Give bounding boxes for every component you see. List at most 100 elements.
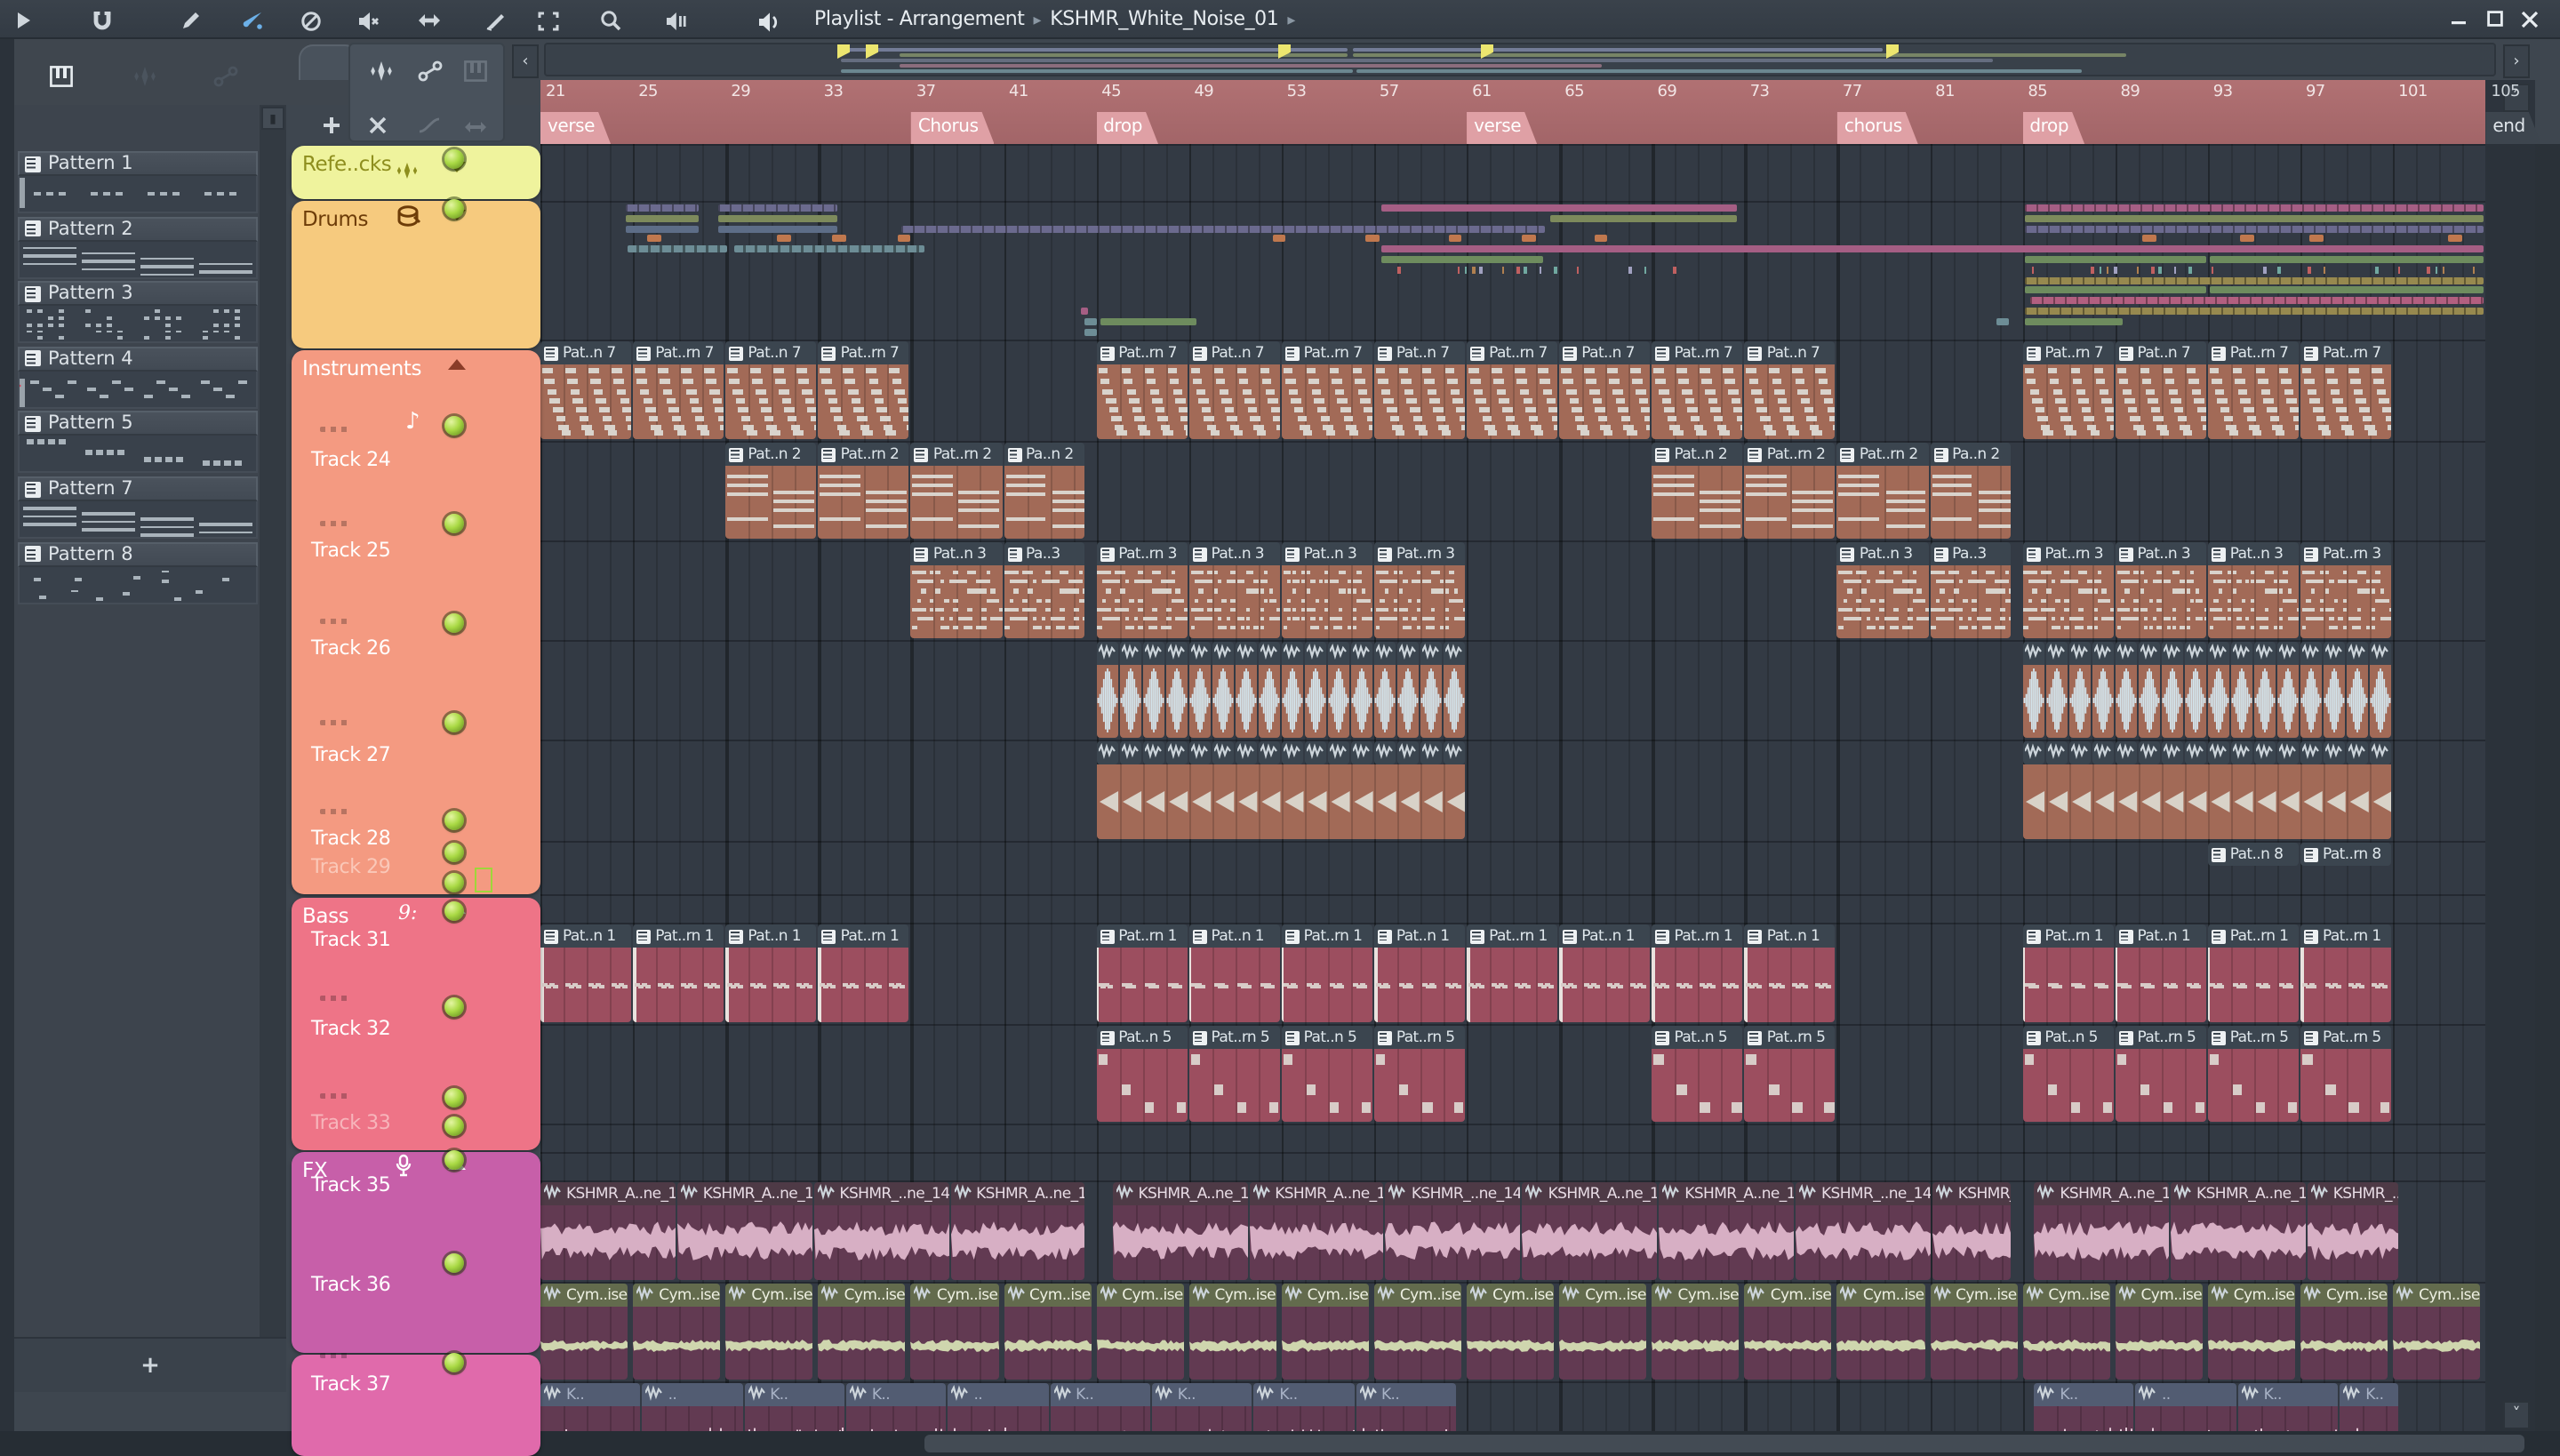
select-brackets-icon[interactable] <box>535 7 562 34</box>
clip-header[interactable]: K.. <box>1356 1383 1456 1406</box>
riser-audio-clip[interactable] <box>2068 642 2091 738</box>
track-name[interactable]: Track 37 <box>311 1372 391 1396</box>
clip-header[interactable]: ..r <box>1420 741 1442 764</box>
pattern-item[interactable]: Pattern 8 <box>18 541 258 604</box>
clip-header[interactable]: Pat..rn 3 <box>2022 542 2114 565</box>
clip-header[interactable] <box>1188 741 1211 764</box>
revcym-clip-header[interactable]: ..r <box>2161 741 2183 764</box>
audio-clip[interactable]: K.. <box>540 1383 641 1431</box>
clip-header[interactable]: Pat..rn 3 <box>1096 542 1188 565</box>
pattern-clip[interactable]: Pat..rn 8 <box>2300 843 2392 866</box>
clip-header[interactable]: Cym..ise <box>1652 1284 1740 1307</box>
clip-header[interactable] <box>1258 741 1280 764</box>
vertical-scrollbar[interactable] <box>2535 144 2560 1431</box>
clip-body[interactable] <box>1188 948 1280 1022</box>
timeline-marker[interactable]: drop <box>2022 112 2084 144</box>
clip-body[interactable] <box>2307 1205 2398 1280</box>
clip-header[interactable]: Pat..n 7 <box>1188 341 1280 364</box>
clip-header[interactable] <box>1396 642 1419 665</box>
clip-header[interactable] <box>2092 642 2114 665</box>
clip-header[interactable]: Pat..n 3 <box>1281 542 1372 565</box>
revcym-clip-header[interactable] <box>2230 741 2252 764</box>
clip-header[interactable]: Cym..ise <box>1930 1284 2018 1307</box>
track-led[interactable] <box>444 810 464 829</box>
pattern-item-header[interactable]: Pattern 3 <box>18 281 258 307</box>
pattern-clip[interactable]: Pat..rn 7 <box>1652 341 1743 439</box>
clip-header[interactable]: KSHMR_..ne_14_F <box>1796 1182 1931 1205</box>
pattern-item-header[interactable]: Pattern 5 <box>18 411 258 436</box>
clip-body[interactable] <box>910 565 1002 638</box>
clip-header[interactable]: KSHMR_A..ne_14_F <box>2034 1182 2170 1205</box>
clip-body[interactable] <box>1235 665 1257 738</box>
pattern-item-header[interactable]: Pattern 1 <box>18 151 258 176</box>
clip-header[interactable]: ..r <box>2161 741 2183 764</box>
revcym-clip-header[interactable]: ..r <box>2068 741 2091 764</box>
riser-audio-clip[interactable] <box>2276 642 2299 738</box>
pattern-clip[interactable]: Pat..rn 2 <box>1836 443 1929 539</box>
pattern-clip[interactable]: Pat..rn 2 <box>910 443 1002 539</box>
audio-clip[interactable]: .. <box>2135 1383 2236 1431</box>
clip-body[interactable] <box>1652 1049 1743 1122</box>
clip-header[interactable]: K.. <box>1050 1383 1150 1406</box>
pattern-clip[interactable]: Pat..rn 1 <box>818 924 909 1022</box>
track-name[interactable]: Track 35 <box>311 1173 391 1196</box>
track-led[interactable] <box>444 612 464 632</box>
clip-body[interactable] <box>1096 948 1188 1022</box>
clip-header[interactable] <box>2184 741 2206 764</box>
clip-header[interactable] <box>2347 642 2369 665</box>
clip-header[interactable]: Pat..n 7 <box>1559 341 1651 364</box>
clip-header[interactable]: ..r <box>1235 741 1257 764</box>
clip-header[interactable]: Pat..n 5 <box>1652 1026 1743 1049</box>
riser-audio-clip[interactable] <box>1281 642 1303 738</box>
audio-clip[interactable]: Cym..ise <box>1096 1284 1184 1380</box>
clip-header[interactable]: Pat..rn 7 <box>1281 341 1372 364</box>
clip-header[interactable] <box>2370 741 2392 764</box>
audio-clip[interactable]: K.. <box>1151 1383 1252 1431</box>
wave-diamond-icon[interactable] <box>132 60 158 94</box>
clip-body[interactable] <box>1930 1307 2018 1380</box>
pattern-clip[interactable]: Pat..rn 2 <box>818 443 909 539</box>
pattern-clip[interactable]: Pat..rn 7 <box>1096 341 1188 439</box>
clip-body[interactable] <box>1652 466 1743 539</box>
pattern-preview[interactable] <box>18 436 258 474</box>
clip-body[interactable] <box>2276 665 2299 738</box>
clip-body[interactable] <box>1350 665 1372 738</box>
audio-clip[interactable]: Cym..ise <box>818 1284 906 1380</box>
riser-audio-clip[interactable] <box>1165 642 1188 738</box>
pattern-clip[interactable]: Pat..rn 2 <box>1744 443 1836 539</box>
add-pattern-button[interactable]: + <box>140 1352 160 1379</box>
clip-body[interactable] <box>1467 364 1558 439</box>
clip-header[interactable]: Cym..ise <box>1004 1284 1092 1307</box>
track-led[interactable] <box>444 1252 464 1272</box>
clip-body[interactable] <box>1004 1307 1092 1380</box>
track-led[interactable] <box>444 712 464 732</box>
pattern-clip[interactable]: Pat..n 3 <box>1281 542 1372 638</box>
paintbrush-icon[interactable] <box>240 7 267 34</box>
audio-clip[interactable]: KSHMR_A..ne_14_F <box>2034 1182 2170 1280</box>
track-mute-dots[interactable] <box>320 619 348 624</box>
clip-header[interactable]: Cym..ise <box>725 1284 813 1307</box>
clip-body[interactable] <box>1652 948 1743 1022</box>
riser-audio-clip[interactable] <box>2161 642 2183 738</box>
audio-clip[interactable]: Cym..ise <box>910 1284 999 1380</box>
clip-header[interactable]: Pat..n 7 <box>2115 341 2206 364</box>
clip-header[interactable] <box>1096 741 1118 764</box>
pattern-clip[interactable]: Pat..n 2 <box>1652 443 1743 539</box>
track-name[interactable]: Track 26 <box>311 636 391 660</box>
pattern-clip[interactable]: Pa..n 2 <box>1004 443 1085 539</box>
timeline-marker[interactable]: verse <box>1467 112 1537 144</box>
pattern-item[interactable]: Pattern 2 <box>18 216 258 279</box>
riser-audio-clip[interactable] <box>2253 642 2276 738</box>
revcym-clip-header[interactable] <box>2138 741 2160 764</box>
pattern-clip[interactable]: Pat..n 5 <box>1096 1026 1188 1122</box>
clip-header[interactable] <box>2068 642 2091 665</box>
audio-clip[interactable]: Cym..ise <box>633 1284 721 1380</box>
clip-body[interactable] <box>1096 1307 1184 1380</box>
pattern-clip[interactable]: Pat..n 7 <box>1559 341 1651 439</box>
audio-clip[interactable]: KSHMR_A..ne_14_F <box>950 1182 1085 1280</box>
revcym-clip-header[interactable] <box>1188 741 1211 764</box>
pattern-clip[interactable]: Pat..rn 1 <box>633 924 724 1022</box>
clip-body[interactable] <box>1281 1049 1372 1122</box>
revcym-clip-header[interactable] <box>1258 741 1280 764</box>
pattern-clip[interactable]: Pat..n 5 <box>1652 1026 1743 1122</box>
